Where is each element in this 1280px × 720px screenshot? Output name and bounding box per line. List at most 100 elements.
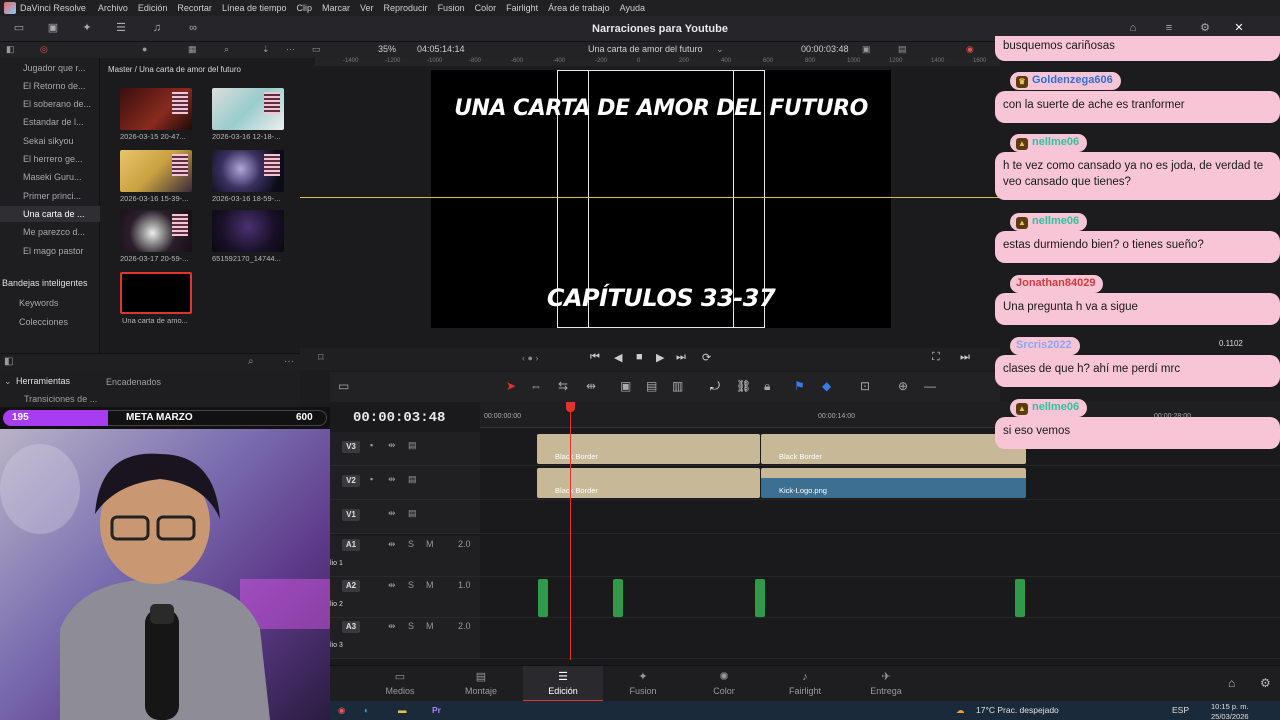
tab-fairlight[interactable]: ♪ Fairlight — [765, 666, 845, 702]
stop-icon[interactable]: ■ — [636, 351, 643, 363]
menu-marcar[interactable]: Marcar — [322, 3, 350, 13]
tab-medios[interactable]: ▭ Medios — [360, 666, 440, 702]
track-visibility-icon[interactable]: ▤ — [408, 508, 417, 519]
more-options-icon[interactable]: ··· — [286, 44, 295, 54]
trim-tool-icon[interactable]: ⇔ — [530, 379, 542, 393]
tab-fusion[interactable]: ✦ Fusion — [603, 666, 683, 702]
menu-color[interactable]: Color — [475, 3, 497, 13]
clip-thumbnail[interactable] — [212, 210, 284, 252]
track-lane-v2[interactable]: Black Border Kick-Logo.png — [480, 466, 1280, 500]
track-lane-a2[interactable] — [480, 577, 1280, 618]
clock-time[interactable]: 10:15 p. m. — [1211, 702, 1249, 711]
search-icon[interactable]: ⌕ — [224, 44, 229, 55]
replace-clip-icon[interactable]: ▥ — [672, 379, 683, 393]
auto-select-icon[interactable]: ⇹ — [388, 580, 396, 591]
menu-fairlight[interactable]: Fairlight — [506, 3, 538, 13]
tab-montaje[interactable]: ▤ Montaje — [441, 666, 521, 702]
menu-linea-de-tiempo[interactable]: Línea de tiempo — [222, 3, 287, 13]
lock-icon[interactable]: ▪ — [370, 440, 373, 450]
menu-clip[interactable]: Clip — [296, 3, 312, 13]
smart-bin-keywords[interactable]: Keywords — [19, 298, 59, 308]
language-indicator[interactable]: ESP — [1172, 705, 1189, 715]
bin-item[interactable]: Primer princi... — [23, 191, 81, 201]
timeline-clip[interactable]: Kick-Logo.png — [761, 468, 1026, 498]
play-icon[interactable]: ▶ — [656, 351, 664, 364]
viewer-layout-icon[interactable]: ▭ — [312, 44, 321, 55]
bin-item[interactable]: El Retorno de... — [23, 81, 86, 91]
link-icon[interactable]: ∞ — [186, 22, 200, 34]
auto-select-icon[interactable]: ⇹ — [388, 474, 396, 485]
fx-wand-icon[interactable]: ✦ — [80, 22, 94, 34]
mute-button[interactable]: M — [426, 580, 434, 590]
bin-item[interactable]: Estandar de l... — [23, 117, 84, 127]
chevron-down-icon[interactable]: ⌄ — [716, 44, 724, 55]
track-lane-a1[interactable] — [480, 536, 1280, 577]
bin-item[interactable]: Jugador que r... — [23, 63, 86, 73]
bin-item[interactable]: Maseki Guru... — [23, 172, 82, 182]
inspector-icon[interactable]: ⚙ — [1198, 22, 1212, 34]
auto-select-icon[interactable]: ⇹ — [388, 440, 396, 451]
fullscreen-icon[interactable]: ⛶ — [932, 351, 940, 364]
timeline-viewer[interactable]: -1400 -1200 -1000 -800 -600 -400 -200 0 … — [300, 58, 1000, 348]
zoom-level[interactable]: 35% — [378, 44, 396, 54]
playhead[interactable] — [570, 402, 571, 660]
track-visibility-icon[interactable]: ▤ — [408, 474, 417, 485]
marker-icon[interactable]: ◆ — [822, 379, 831, 393]
bin-item[interactable]: Sekai sikyou — [23, 136, 74, 146]
bin-item-active[interactable]: Una carta de ... — [23, 209, 85, 219]
lock-icon[interactable]: ▪ — [370, 474, 373, 484]
clip-thumbnail[interactable] — [120, 210, 192, 252]
grid-view-icon[interactable]: ▦ — [188, 44, 197, 55]
audio-clip[interactable] — [613, 579, 623, 617]
smart-bins-header[interactable]: Bandejas inteligentes — [2, 278, 88, 288]
dynamic-trim-icon[interactable]: ⇆ — [558, 379, 568, 393]
menu-ver[interactable]: Ver — [360, 3, 374, 13]
play-reverse-icon[interactable]: ◀ — [614, 351, 622, 364]
loop-icon[interactable]: ⟳ — [702, 351, 711, 364]
timeline-clip[interactable]: Black Border — [761, 434, 1026, 464]
selection-tool-icon[interactable]: ➤ — [506, 379, 516, 393]
audio-clip[interactable] — [538, 579, 548, 617]
track-header-v1[interactable]: V1 ⇹ ▤ — [330, 500, 480, 534]
mute-button[interactable]: M — [426, 539, 434, 549]
clip-thumbnail[interactable] — [212, 88, 284, 130]
zoom-fit-icon[interactable]: ⊡ — [860, 379, 870, 393]
home-icon[interactable]: ⌂ — [1228, 676, 1235, 690]
menu-fusion[interactable]: Fusion — [438, 3, 465, 13]
next-frame-icon[interactable]: ⏭ — [960, 351, 970, 364]
zoom-in-icon[interactable]: ⊕ — [898, 379, 908, 393]
track-lane-a3[interactable] — [480, 618, 1280, 659]
metadata-icon[interactable]: ≡ — [1162, 22, 1176, 34]
clip-thumbnail[interactable] — [120, 88, 192, 130]
auto-select-icon[interactable]: ⇹ — [388, 539, 396, 550]
track-header-v3[interactable]: V3 ▪ ⇹ ▤ — [330, 432, 480, 466]
tab-edicion[interactable]: ☰ Edición — [523, 666, 603, 702]
solo-button[interactable]: S — [408, 539, 414, 549]
sort-icon[interactable]: ⇣ — [262, 44, 270, 55]
solo-button[interactable]: S — [408, 621, 414, 631]
inspector-value[interactable]: 0.1102 — [1219, 339, 1243, 348]
timeline-view-icon[interactable]: ▭ — [338, 379, 349, 393]
menu-area-de-trabajo[interactable]: Área de trabajo — [548, 3, 610, 13]
media-pool-icon[interactable]: ▭ — [12, 22, 26, 34]
tab-entrega[interactable]: ✈ Entrega — [846, 666, 926, 702]
color-wheel-icon[interactable]: ◉ — [966, 44, 974, 55]
smart-bin-colecciones[interactable]: Colecciones — [19, 317, 68, 327]
chevron-down-icon[interactable]: ⌄ — [4, 376, 12, 387]
insert-clip-icon[interactable]: ▣ — [620, 379, 631, 393]
menu-recortar[interactable]: Recortar — [177, 3, 212, 13]
audio-clip[interactable] — [755, 579, 765, 617]
zoom-slider[interactable]: — — [924, 379, 936, 393]
edge-icon[interactable]: ◐ — [364, 705, 369, 715]
go-to-end-icon[interactable]: ⏭ — [676, 351, 686, 364]
solo-button[interactable]: S — [408, 580, 414, 590]
timeline-thumbnail[interactable] — [120, 272, 192, 314]
menu-reproducir[interactable]: Reproducir — [384, 3, 428, 13]
track-lane-v1[interactable] — [480, 500, 1280, 534]
clip-thumbnail[interactable] — [120, 150, 192, 192]
track-header-v2[interactable]: V2 ▪ ⇹ ▤ — [330, 466, 480, 500]
mute-button[interactable]: M — [426, 621, 434, 631]
bin-item[interactable]: El soberano de... — [23, 99, 91, 109]
go-to-start-icon[interactable]: ⏮ — [590, 351, 600, 364]
track-header-a1[interactable]: A1 ⇹ S M 2.0 lio 1 — [330, 536, 480, 577]
